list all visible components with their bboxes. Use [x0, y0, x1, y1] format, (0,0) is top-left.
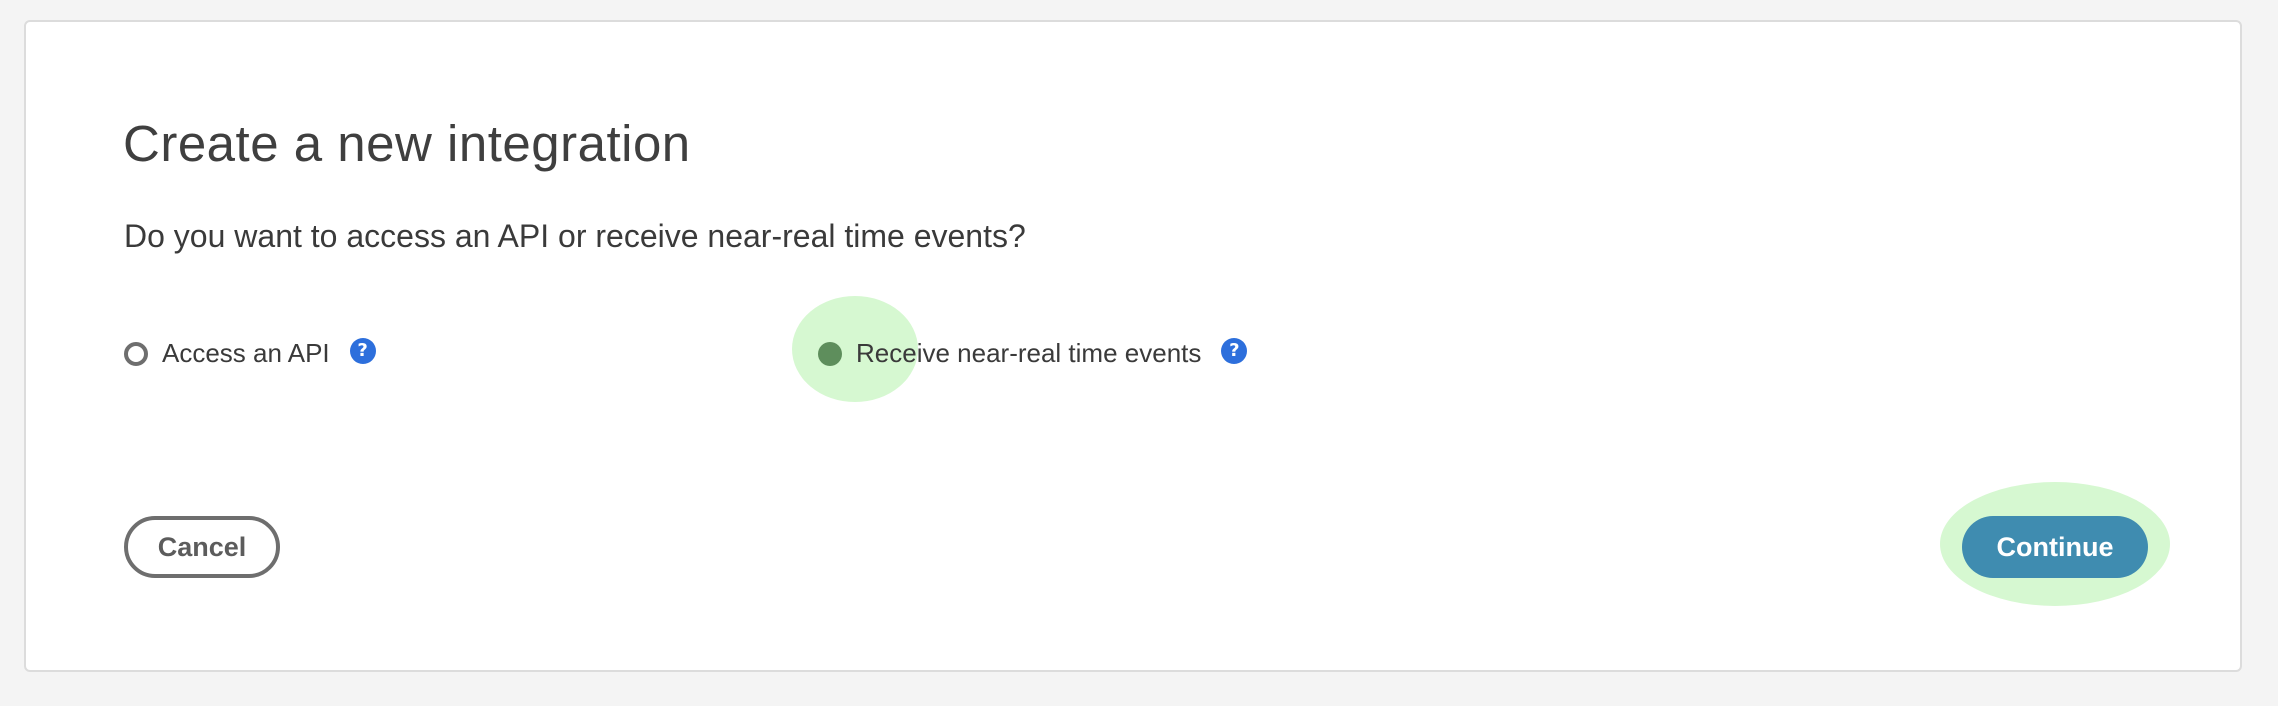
- radio-receive-events[interactable]: [818, 341, 842, 366]
- integration-dialog: Create a new integration Do you want to …: [24, 20, 2242, 672]
- option-receive-events[interactable]: Receive near-real time events ?: [792, 296, 1248, 402]
- cancel-button[interactable]: Cancel: [124, 516, 280, 578]
- help-icon[interactable]: ?: [1221, 337, 1248, 364]
- option-label-access-api: Access an API: [162, 338, 330, 368]
- option-access-api[interactable]: Access an API ?: [124, 337, 376, 369]
- page-title: Create a new integration: [123, 115, 691, 172]
- option-label-receive-events: Receive near-real time events: [856, 338, 1202, 368]
- help-icon[interactable]: ?: [349, 337, 376, 364]
- integration-type-question: Do you want to access an API or receive …: [124, 218, 1026, 254]
- radio-access-api[interactable]: [124, 341, 148, 366]
- continue-button[interactable]: Continue: [1962, 516, 2148, 578]
